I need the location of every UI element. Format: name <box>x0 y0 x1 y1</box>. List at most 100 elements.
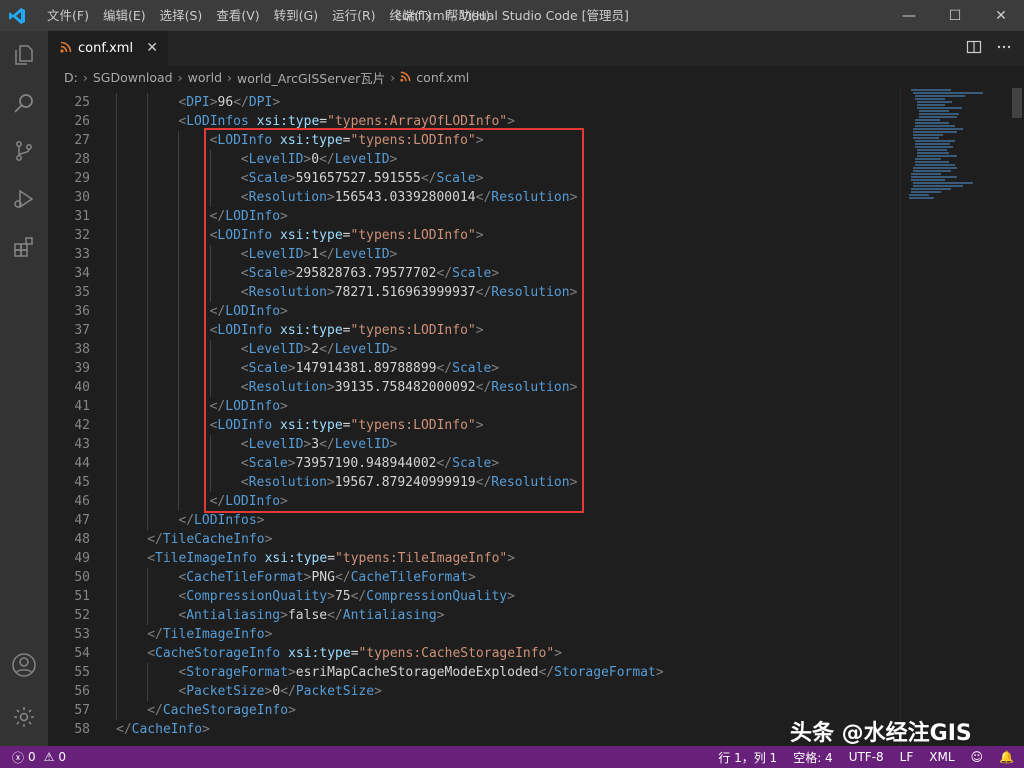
indent-guide <box>147 321 149 340</box>
code-line[interactable]: 45 <Resolution>19567.879240999919</Resolu… <box>48 473 900 492</box>
language-mode[interactable]: XML <box>929 750 954 764</box>
line-number: 35 <box>74 285 90 300</box>
search-icon[interactable] <box>0 79 48 127</box>
code-line[interactable]: 29 <Scale>591657527.591555</Scale> <box>48 169 900 188</box>
code-line[interactable]: 36 </LODInfo> <box>48 302 900 321</box>
code-line[interactable]: 42 <LODInfo xsi:type="typens:LODInfo"> <box>48 416 900 435</box>
vscode-logo-icon <box>0 0 34 31</box>
account-icon[interactable] <box>0 641 48 689</box>
code-line[interactable]: 31 </LODInfo> <box>48 207 900 226</box>
code-line[interactable]: 38 <LevelID>2</LevelID> <box>48 340 900 359</box>
menu-view[interactable]: 查看(V) <box>209 0 266 31</box>
breadcrumb-drive[interactable]: D: <box>64 70 78 85</box>
breadcrumb-file[interactable]: conf.xml <box>416 70 469 85</box>
code-line[interactable]: 55 <StorageFormat>esriMapCacheStorageMode… <box>48 663 900 682</box>
code-line[interactable]: 41 </LODInfo> <box>48 397 900 416</box>
code-line[interactable]: 33 <LevelID>1</LevelID> <box>48 245 900 264</box>
code-line[interactable]: 46 </LODInfo> <box>48 492 900 511</box>
more-actions-icon[interactable] <box>996 39 1012 59</box>
vertical-scrollbar[interactable] <box>1010 88 1024 746</box>
indent-guide <box>116 150 117 169</box>
line-number: 42 <box>74 418 90 433</box>
source-control-icon[interactable] <box>0 127 48 175</box>
code-text: </LODInfos> <box>178 513 265 528</box>
indent-guide <box>209 245 211 264</box>
indent-guide <box>178 207 180 226</box>
breadcrumb-folder-world[interactable]: world <box>188 70 222 85</box>
indent-guide <box>178 283 180 302</box>
run-debug-icon[interactable] <box>0 175 48 223</box>
settings-gear-icon[interactable] <box>0 693 48 741</box>
indent-guide <box>147 283 149 302</box>
code-line[interactable]: 43 <LevelID>3</LevelID> <box>48 435 900 454</box>
breadcrumb-folder-arcgis[interactable]: world_ArcGISServer瓦片 <box>237 68 385 87</box>
menu-run[interactable]: 运行(R) <box>325 0 382 31</box>
code-line[interactable]: 52 <Antialiasing>false</Antialiasing> <box>48 606 900 625</box>
code-line[interactable]: 35 <Resolution>78271.516963999937</Resolu… <box>48 283 900 302</box>
tab-conf-xml[interactable]: conf.xml ✕ <box>48 31 168 66</box>
split-editor-icon[interactable] <box>966 39 982 59</box>
line-number: 41 <box>74 399 90 414</box>
indent-guide <box>116 93 117 112</box>
code-line[interactable]: 51 <CompressionQuality>75</CompressionQua… <box>48 587 900 606</box>
code-line[interactable]: 27 <LODInfo xsi:type="typens:LODInfo"> <box>48 131 900 150</box>
code-text: <LODInfo xsi:type="typens:LODInfo"> <box>209 418 484 433</box>
code-text: <CacheStorageInfo xsi:type="typens:Cache… <box>147 646 563 661</box>
code-line[interactable]: 44 <Scale>73957190.948944002</Scale> <box>48 454 900 473</box>
menu-edit[interactable]: 编辑(E) <box>96 0 153 31</box>
code-line[interactable]: 37 <LODInfo xsi:type="typens:LODInfo"> <box>48 321 900 340</box>
feedback-icon[interactable]: ☺ <box>971 750 984 764</box>
notifications-bell-icon[interactable]: 🔔 <box>999 750 1014 764</box>
line-number: 47 <box>74 513 90 528</box>
rss-file-icon <box>60 41 72 57</box>
indent-guide <box>116 321 117 340</box>
indentation[interactable]: 空格: 4 <box>793 749 833 766</box>
close-window-button[interactable]: ✕ <box>978 0 1024 31</box>
code-line[interactable]: 32 <LODInfo xsi:type="typens:LODInfo"> <box>48 226 900 245</box>
menu-file[interactable]: 文件(F) <box>40 0 96 31</box>
code-line[interactable]: 34 <Scale>295828763.79577702</Scale> <box>48 264 900 283</box>
breadcrumb-folder-sgdownload[interactable]: SGDownload <box>93 70 173 85</box>
code-line[interactable]: 25 <DPI>96</DPI> <box>48 93 900 112</box>
code-line[interactable]: 54 <CacheStorageInfo xsi:type="typens:Cac… <box>48 644 900 663</box>
indent-guide <box>116 663 117 682</box>
cursor-position[interactable]: 行 1，列 1 <box>718 749 777 766</box>
line-number: 36 <box>74 304 90 319</box>
indent-guide <box>147 340 149 359</box>
line-number: 51 <box>74 589 90 604</box>
scrollbar-thumb[interactable] <box>1012 88 1022 118</box>
code-line[interactable]: 28 <LevelID>0</LevelID> <box>48 150 900 169</box>
menu-terminal[interactable]: 终端(T) <box>383 0 439 31</box>
extensions-icon[interactable] <box>0 223 48 271</box>
code-line[interactable]: 49 <TileImageInfo xsi:type="typens:TileIm… <box>48 549 900 568</box>
menu-help[interactable]: 帮助(H) <box>439 0 497 31</box>
code-line[interactable]: 40 <Resolution>39135.758482000092</Resolu… <box>48 378 900 397</box>
problems-indicator[interactable]: ⓧ 0 ⚠ 0 <box>12 749 66 766</box>
code-text: <Resolution>156543.03392800014</Resoluti… <box>240 190 578 205</box>
code-line[interactable]: 47 </LODInfos> <box>48 511 900 530</box>
indent-guide <box>147 435 149 454</box>
indent-guide <box>209 188 211 207</box>
code-line[interactable]: 26 <LODInfos xsi:type="typens:ArrayOfLODI… <box>48 112 900 131</box>
code-editor[interactable]: 25 <DPI>96</DPI> 26 <LODInfos xsi:type="typ… <box>48 88 900 746</box>
warning-count: 0 <box>58 750 67 764</box>
code-line[interactable]: 48 </TileCacheInfo> <box>48 530 900 549</box>
indent-guide <box>178 416 180 435</box>
tab-close-icon[interactable]: ✕ <box>146 40 158 56</box>
minimap[interactable] <box>900 88 1011 746</box>
maximize-button[interactable]: ☐ <box>932 0 978 31</box>
code-line[interactable]: 57 </CacheStorageInfo> <box>48 701 900 720</box>
code-line[interactable]: 39 <Scale>147914381.89788899</Scale> <box>48 359 900 378</box>
code-line[interactable]: 58 </CacheInfo> <box>48 720 900 739</box>
end-of-line[interactable]: LF <box>900 750 914 764</box>
explorer-icon[interactable] <box>0 31 48 79</box>
encoding[interactable]: UTF-8 <box>849 750 884 764</box>
line-number: 56 <box>74 684 90 699</box>
minimize-button[interactable]: — <box>886 0 932 31</box>
code-line[interactable]: 50 <CacheTileFormat>PNG</CacheTileFormat> <box>48 568 900 587</box>
code-line[interactable]: 53 </TileImageInfo> <box>48 625 900 644</box>
menu-selection[interactable]: 选择(S) <box>153 0 210 31</box>
code-line[interactable]: 56 <PacketSize>0</PacketSize> <box>48 682 900 701</box>
menu-go[interactable]: 转到(G) <box>267 0 325 31</box>
code-line[interactable]: 30 <Resolution>156543.03392800014</Resolu… <box>48 188 900 207</box>
